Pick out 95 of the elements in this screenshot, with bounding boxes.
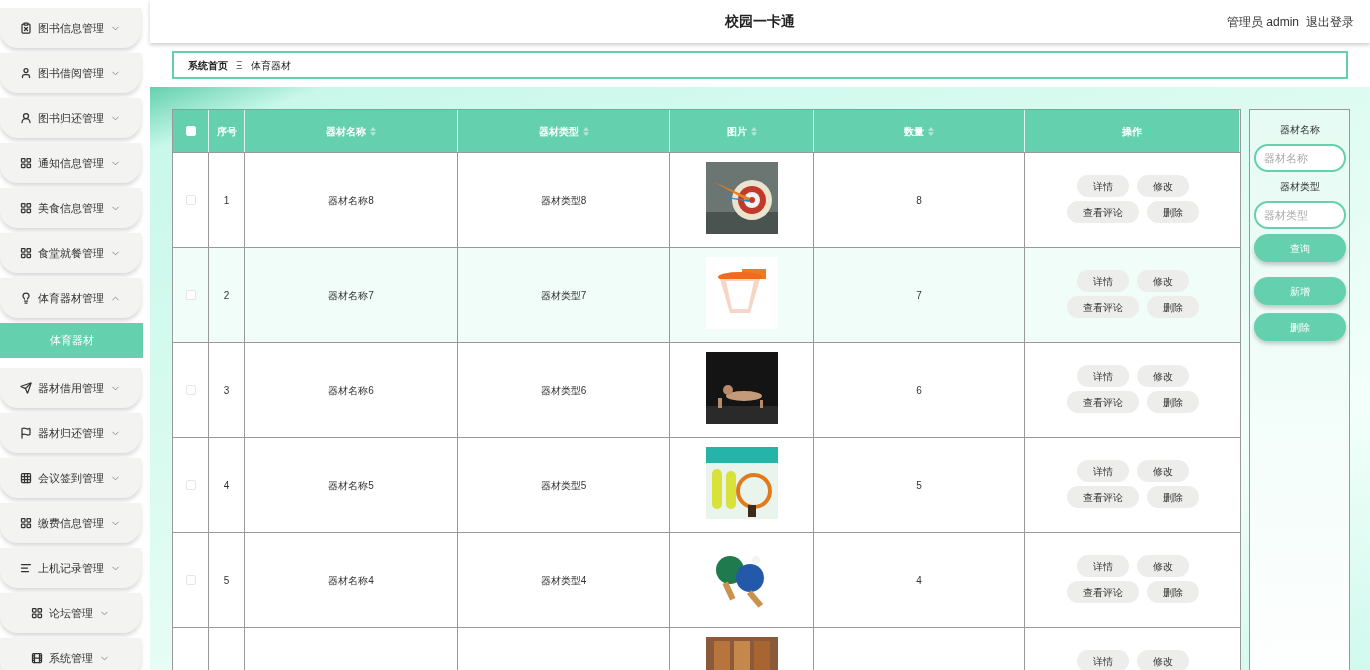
action-button[interactable]: 查看评论 bbox=[1066, 581, 1139, 603]
table-row[interactable]: 1 器材名称8 器材类型8 8 详情 修改 查看评论 删除 bbox=[173, 152, 1240, 247]
table-row[interactable]: 3 器材名称6 器材类型6 6 详情 修改 查看评论 删除 bbox=[173, 342, 1240, 437]
sidebar-menu-item[interactable]: 系统管理 bbox=[0, 638, 141, 670]
table-cell-text: 器材类型7 bbox=[540, 288, 587, 303]
action-button[interactable]: 详情 bbox=[1076, 365, 1129, 387]
checkbox[interactable] bbox=[185, 290, 196, 300]
paper-plane-icon bbox=[20, 382, 32, 394]
checkbox[interactable] bbox=[185, 575, 196, 585]
search-field[interactable]: 器材名称 bbox=[1253, 144, 1346, 172]
action-button[interactable]: 详情 bbox=[1076, 460, 1129, 482]
action-button[interactable]: 修改 bbox=[1136, 460, 1189, 482]
table-cell-text: 4 bbox=[916, 573, 922, 588]
table-cell-text: 3 bbox=[223, 383, 230, 398]
action-button[interactable]: 修改 bbox=[1136, 650, 1189, 670]
breadcrumb-current: 体育器材 bbox=[250, 58, 291, 73]
sort-icon[interactable] bbox=[928, 126, 934, 136]
action-button[interactable]: 删除 bbox=[1146, 581, 1199, 603]
action-button[interactable]: 详情 bbox=[1076, 555, 1129, 577]
grid-icon bbox=[20, 247, 32, 259]
lines-icon bbox=[20, 562, 32, 574]
action-button[interactable]: 修改 bbox=[1136, 270, 1189, 292]
user-label: 管理员 admin bbox=[1226, 13, 1299, 31]
sidebar-menu-item[interactable]: 器材借用管理 bbox=[0, 368, 141, 408]
table-cell-text: 器材类型6 bbox=[540, 383, 587, 398]
sidebar-menu-item[interactable]: 上机记录管理 bbox=[0, 548, 141, 588]
sidebar-menu-item[interactable]: 图书信息管理 bbox=[0, 8, 141, 48]
field-label: 器材名称 bbox=[1279, 123, 1320, 137]
breadcrumb-home-link[interactable]: 系统首页 bbox=[188, 57, 228, 73]
sort-icon[interactable] bbox=[750, 126, 757, 136]
action-button[interactable]: 修改 bbox=[1136, 555, 1189, 577]
table-cell-text: 器材名称6 bbox=[328, 383, 374, 398]
grid-icon bbox=[20, 517, 32, 529]
sidebar-menu-item[interactable]: 图书借阅管理 bbox=[0, 53, 141, 93]
table-cell-text: 1 bbox=[223, 193, 230, 208]
table-cell-text: 器材类型8 bbox=[540, 193, 587, 208]
sidebar-menu-item[interactable]: 食堂就餐管理 bbox=[0, 233, 141, 273]
table-row[interactable]: 4 器材名称5 器材类型5 5 详情 修改 查看评论 删除 bbox=[173, 437, 1240, 532]
sidebar-menu-item[interactable]: 缴费信息管理 bbox=[0, 503, 141, 543]
action-button[interactable]: 详情 bbox=[1076, 270, 1129, 292]
table-cell-text: 5 bbox=[223, 573, 230, 588]
table-cell-text: 器材名称8 bbox=[328, 193, 374, 208]
table-row[interactable]: 2 器材名称7 器材类型7 7 详情 修改 查看评论 删除 bbox=[173, 247, 1240, 342]
table-cell-text: 2 bbox=[223, 288, 230, 303]
grid-icon bbox=[20, 472, 32, 484]
grid-icon bbox=[20, 157, 32, 169]
sidebar-menu-item[interactable]: 美食信息管理 bbox=[0, 188, 141, 228]
action-button[interactable]: 删除 bbox=[1146, 201, 1199, 223]
sort-icon[interactable] bbox=[370, 126, 376, 136]
table-cell-text: 器材类型4 bbox=[540, 573, 587, 588]
action-button[interactable]: 修改 bbox=[1136, 175, 1189, 197]
action-button[interactable]: 修改 bbox=[1136, 365, 1189, 387]
action-button[interactable]: 删除 bbox=[1146, 391, 1199, 413]
sidebar-menu-item[interactable]: 会议签到管理 bbox=[0, 458, 141, 498]
table-cell-text: 器材名称7 bbox=[328, 288, 374, 303]
sidebar-menu-item[interactable]: 器材归还管理 bbox=[0, 413, 141, 453]
sort-icon[interactable] bbox=[582, 126, 589, 136]
checkbox[interactable] bbox=[185, 385, 196, 395]
sidebar-menu-item[interactable]: 体育器材管理 bbox=[0, 278, 141, 318]
table-cell-text: 5 bbox=[916, 478, 922, 493]
table-cell-text: 器材类型5 bbox=[540, 478, 587, 493]
sidebar-menu-item[interactable]: 图书归还管理 bbox=[0, 98, 141, 138]
logout-link[interactable]: 退出登录 bbox=[1306, 12, 1354, 31]
lightbulb-icon bbox=[20, 292, 32, 304]
table-cell-text: 8 bbox=[916, 193, 922, 208]
action-button[interactable]: 查看评论 bbox=[1066, 486, 1139, 508]
checkbox[interactable] bbox=[185, 195, 196, 205]
table-cell-text: 7 bbox=[916, 288, 922, 303]
action-button[interactable]: 删除 bbox=[1146, 486, 1199, 508]
app-title: 校园一卡通 bbox=[725, 12, 795, 31]
film-icon bbox=[31, 652, 43, 664]
search-field[interactable]: 器材类型 bbox=[1253, 201, 1346, 229]
field-label: 器材类型 bbox=[1279, 180, 1320, 194]
table-cell-text: 器材名称4 bbox=[328, 573, 374, 588]
checkbox[interactable] bbox=[185, 480, 196, 490]
flag-icon bbox=[20, 427, 32, 439]
table-row[interactable]: 5 器材名称4 器材类型4 4 详情 修改 查看评论 删除 bbox=[173, 532, 1240, 627]
table-row[interactable]: 详情 修改 bbox=[173, 627, 1240, 670]
person-icon bbox=[20, 67, 32, 79]
person-icon bbox=[20, 112, 32, 124]
action-button[interactable]: 删除 bbox=[1146, 296, 1199, 318]
action-button[interactable]: 查看评论 bbox=[1066, 391, 1139, 413]
action-button[interactable]: 查看评论 bbox=[1066, 296, 1139, 318]
grid-icon bbox=[31, 607, 43, 619]
clipboard-icon bbox=[20, 22, 32, 34]
table-cell-text: 器材名称5 bbox=[328, 478, 374, 493]
table-cell-text: 6 bbox=[916, 383, 922, 398]
breadcrumb-separator: Ξ bbox=[236, 58, 243, 73]
table-cell-text: 4 bbox=[223, 478, 230, 493]
action-button[interactable]: 详情 bbox=[1076, 650, 1129, 670]
action-button[interactable]: 查看评论 bbox=[1066, 201, 1139, 223]
sidebar-menu-item[interactable]: 论坛管理 bbox=[0, 593, 141, 633]
action-button[interactable]: 详情 bbox=[1076, 175, 1129, 197]
grid-icon bbox=[20, 202, 32, 214]
sidebar-menu-item[interactable]: 通知信息管理 bbox=[0, 143, 141, 183]
